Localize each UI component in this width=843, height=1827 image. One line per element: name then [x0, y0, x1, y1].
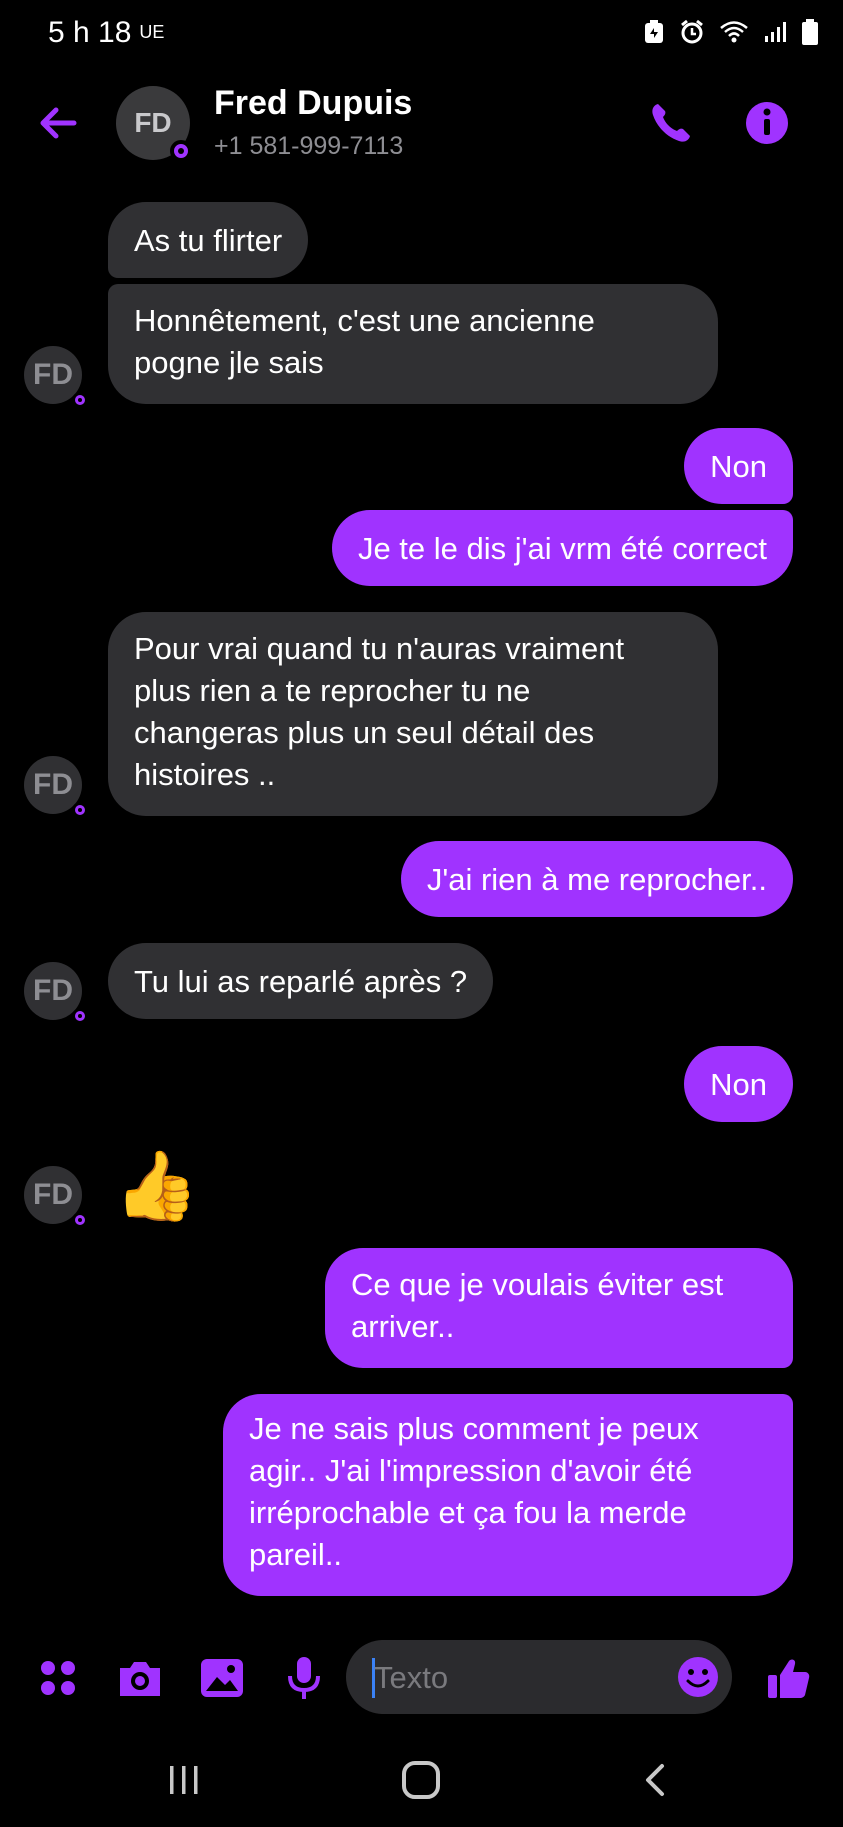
battery-icon — [802, 19, 818, 45]
home-icon — [402, 1761, 440, 1799]
emoji-button[interactable] — [676, 1655, 720, 1704]
avatar-initials: FD — [33, 358, 73, 391]
apps-button[interactable] — [32, 1652, 84, 1704]
contact-avatar-small[interactable]: FD — [24, 962, 88, 1024]
contact-avatar[interactable]: FD — [116, 86, 192, 162]
message-outgoing[interactable]: Je ne sais plus comment je peux agir.. J… — [223, 1394, 793, 1596]
call-button[interactable] — [646, 98, 696, 148]
message-outgoing[interactable]: Non — [684, 428, 793, 504]
message-outgoing[interactable]: Non — [684, 1046, 793, 1122]
gallery-button[interactable] — [196, 1652, 248, 1704]
info-icon — [746, 102, 788, 144]
presence-indicator — [72, 802, 88, 818]
contact-avatar-small[interactable]: FD — [24, 756, 88, 818]
recent-apps-icon — [170, 1766, 198, 1794]
avatar-initials: FD — [134, 107, 172, 138]
presence-indicator — [72, 1212, 88, 1228]
phone-icon — [652, 104, 690, 142]
wifi-icon — [720, 21, 748, 43]
battery-saver-icon — [645, 20, 663, 43]
contact-avatar-small[interactable]: FD — [24, 346, 88, 408]
message-input-placeholder: Texto — [374, 1660, 449, 1695]
message-incoming[interactable]: Pour vrai quand tu n'auras vraiment plus… — [108, 612, 718, 816]
info-button[interactable] — [742, 98, 792, 148]
message-outgoing[interactable]: J'ai rien à me reprocher.. — [400, 841, 793, 917]
gallery-icon — [201, 1659, 243, 1697]
back-arrow-icon — [40, 107, 77, 139]
contact-name[interactable]: Fred Dupuis — [214, 84, 412, 123]
nav-back-button[interactable] — [626, 1750, 686, 1810]
back-icon — [646, 1764, 664, 1796]
microphone-button[interactable] — [278, 1652, 330, 1704]
like-button[interactable] — [762, 1652, 814, 1704]
message-incoming[interactable]: As tu flirter — [108, 202, 309, 278]
message-incoming[interactable]: Honnêtement, c'est une ancienne pogne jl… — [108, 284, 718, 404]
status-time: 5 h 18 UE — [48, 16, 164, 50]
message-incoming[interactable]: Tu lui as reparlé après ? — [108, 943, 494, 1019]
avatar-initials: FD — [33, 974, 73, 1007]
avatar-initials: FD — [33, 1178, 73, 1211]
contact-phone: +1 581-999-7113 — [214, 132, 404, 160]
message-input[interactable]: Texto — [346, 1640, 732, 1714]
avatar-initials: FD — [33, 768, 73, 801]
contact-avatar-small[interactable]: FD — [24, 1166, 88, 1228]
microphone-icon — [288, 1657, 320, 1699]
camera-icon — [120, 1662, 160, 1696]
alarm-icon — [681, 19, 703, 44]
presence-indicator — [72, 1008, 88, 1024]
message-outgoing[interactable]: Je te le dis j'ai vrm été correct — [331, 510, 793, 586]
back-button[interactable] — [34, 98, 84, 148]
status-icons — [643, 18, 819, 46]
carrier-tag: UE — [139, 22, 165, 42]
thumbs-up-icon — [768, 1659, 810, 1698]
recent-apps-button[interactable] — [154, 1750, 214, 1810]
message-incoming-emoji[interactable]: 👍 — [114, 1146, 199, 1226]
presence-indicator — [170, 140, 192, 162]
camera-button[interactable] — [114, 1652, 166, 1704]
presence-indicator — [72, 392, 88, 408]
emoji-icon — [678, 1657, 718, 1697]
home-button[interactable] — [391, 1750, 451, 1810]
message-outgoing[interactable]: Ce que je voulais éviter est arriver.. — [325, 1248, 793, 1368]
signal-icon — [765, 22, 786, 42]
apps-icon — [41, 1661, 75, 1695]
status-time-text: 5 h 18 — [48, 16, 132, 49]
